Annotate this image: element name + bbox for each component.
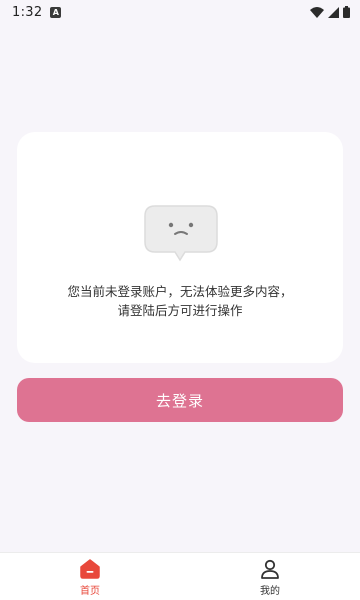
status-bar: 1:32 A bbox=[0, 0, 360, 24]
nav-item-home[interactable]: 首页 bbox=[0, 553, 180, 600]
nav-item-profile[interactable]: 我的 bbox=[180, 553, 360, 600]
app-screen: 1:32 A 您当前未登录账户，无法体验更多内容， 请登陆后方可进行操作 去登录… bbox=[0, 0, 360, 600]
wifi-icon bbox=[310, 6, 324, 18]
empty-message-line1: 您当前未登录账户，无法体验更多内容， bbox=[67, 284, 293, 299]
profile-icon bbox=[261, 559, 279, 579]
empty-message-line2: 请登陆后方可进行操作 bbox=[117, 303, 243, 318]
status-time: 1:32 bbox=[12, 4, 43, 20]
empty-state-card: 您当前未登录账户，无法体验更多内容， 请登陆后方可进行操作 bbox=[17, 132, 343, 363]
nav-label-home: 首页 bbox=[80, 586, 100, 597]
status-indicators bbox=[310, 6, 350, 18]
empty-face-icon bbox=[144, 205, 218, 262]
home-icon bbox=[80, 559, 100, 579]
notification-a-icon: A bbox=[50, 6, 62, 18]
bottom-nav: 首页 我的 bbox=[0, 552, 360, 600]
empty-message: 您当前未登录账户，无法体验更多内容， 请登陆后方可进行操作 bbox=[17, 282, 343, 320]
login-button[interactable]: 去登录 bbox=[17, 378, 343, 422]
battery-icon bbox=[343, 6, 350, 18]
nav-label-profile: 我的 bbox=[260, 586, 280, 597]
signal-icon bbox=[328, 6, 339, 18]
